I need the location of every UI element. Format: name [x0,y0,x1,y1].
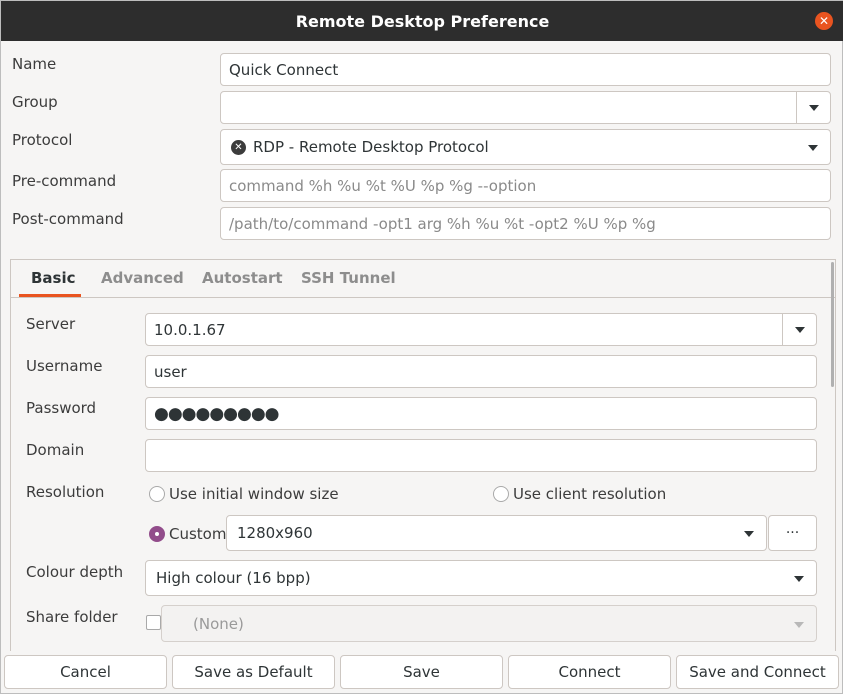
tab-bar: Basic Advanced Autostart SSH Tunnel [11,260,835,298]
resolution-initial-label[interactable]: Use initial window size [169,485,339,503]
chevron-down-icon [794,576,804,582]
server-dropdown-button[interactable] [782,313,817,346]
resolution-client-radio[interactable] [493,486,509,502]
chevron-down-icon [744,531,754,537]
more-icon: ··· [785,525,800,541]
chevron-down-icon [794,326,805,333]
save-and-connect-button[interactable]: Save and Connect [676,655,839,689]
group-input[interactable] [220,91,797,124]
cancel-button-label: Cancel [60,663,111,681]
save-and-connect-button-label: Save and Connect [689,663,826,681]
name-input[interactable]: Quick Connect [220,53,831,86]
protocol-select[interactable]: ✕ RDP - Remote Desktop Protocol [220,129,831,165]
tab-autostart[interactable]: Autostart [202,269,283,287]
share-folder-label: Share folder [26,608,118,626]
chevron-down-icon [808,104,819,111]
custom-resolution-value: 1280x960 [237,524,313,542]
postcommand-label: Post-command [12,210,124,228]
group-label: Group [12,93,58,111]
username-label: Username [26,357,103,375]
share-folder-value: (None) [193,614,244,633]
resolution-client-label[interactable]: Use client resolution [513,485,666,503]
domain-input[interactable] [145,439,817,472]
share-folder-select[interactable]: (None) [161,605,817,642]
protocol-select-value: RDP - Remote Desktop Protocol [253,138,489,156]
protocol-label: Protocol [12,131,73,149]
save-as-default-button[interactable]: Save as Default [172,655,335,689]
cancel-button[interactable]: Cancel [4,655,167,689]
active-tab-indicator [19,294,81,297]
save-button-label: Save [403,663,440,681]
resolution-custom-radio[interactable] [149,526,165,542]
server-input[interactable]: 10.0.1.67 [145,313,783,346]
postcommand-input[interactable]: /path/to/command -opt1 arg %h %u %t -opt… [220,207,831,240]
window-title: Remote Desktop Preference [295,11,550,31]
colour-depth-label: Colour depth [26,563,124,581]
name-label: Name [12,55,57,73]
resolution-label: Resolution [26,483,105,501]
chevron-down-icon [794,622,804,628]
group-dropdown-button[interactable] [796,91,831,124]
username-input[interactable]: user [145,355,817,388]
connect-button-label: Connect [558,663,621,681]
resolution-more-button[interactable]: ··· [768,515,817,551]
tab-basic[interactable]: Basic [31,269,76,287]
precommand-label: Pre-command [12,172,117,190]
resolution-custom-label[interactable]: Custom [169,525,226,543]
tab-ssh-tunnel[interactable]: SSH Tunnel [301,269,396,287]
close-icon: ✕ [818,14,830,28]
password-label: Password [26,399,97,417]
colour-depth-select[interactable]: High colour (16 bpp) [145,560,817,596]
save-button[interactable]: Save [340,655,503,689]
share-folder-checkbox[interactable] [146,615,161,630]
vertical-scrollbar[interactable] [831,262,834,387]
precommand-input[interactable]: command %h %u %t %U %p %g --option [220,169,831,202]
remote-desktop-preference-dialog: Remote Desktop Preference ✕ Name Quick C… [0,0,843,694]
resolution-initial-radio[interactable] [149,486,165,502]
domain-label: Domain [26,441,85,459]
connect-button[interactable]: Connect [508,655,671,689]
server-label: Server [26,315,76,333]
rdp-protocol-icon: ✕ [231,139,246,155]
custom-resolution-select[interactable]: 1280x960 [226,515,767,551]
password-input[interactable]: ●●●●●●●●● [145,397,817,430]
save-as-default-button-label: Save as Default [194,663,313,681]
chevron-down-icon [808,145,818,151]
colour-depth-value: High colour (16 bpp) [156,569,311,587]
close-button[interactable]: ✕ [815,12,833,30]
titlebar: Remote Desktop Preference ✕ [1,1,843,41]
tab-advanced[interactable]: Advanced [101,269,184,287]
